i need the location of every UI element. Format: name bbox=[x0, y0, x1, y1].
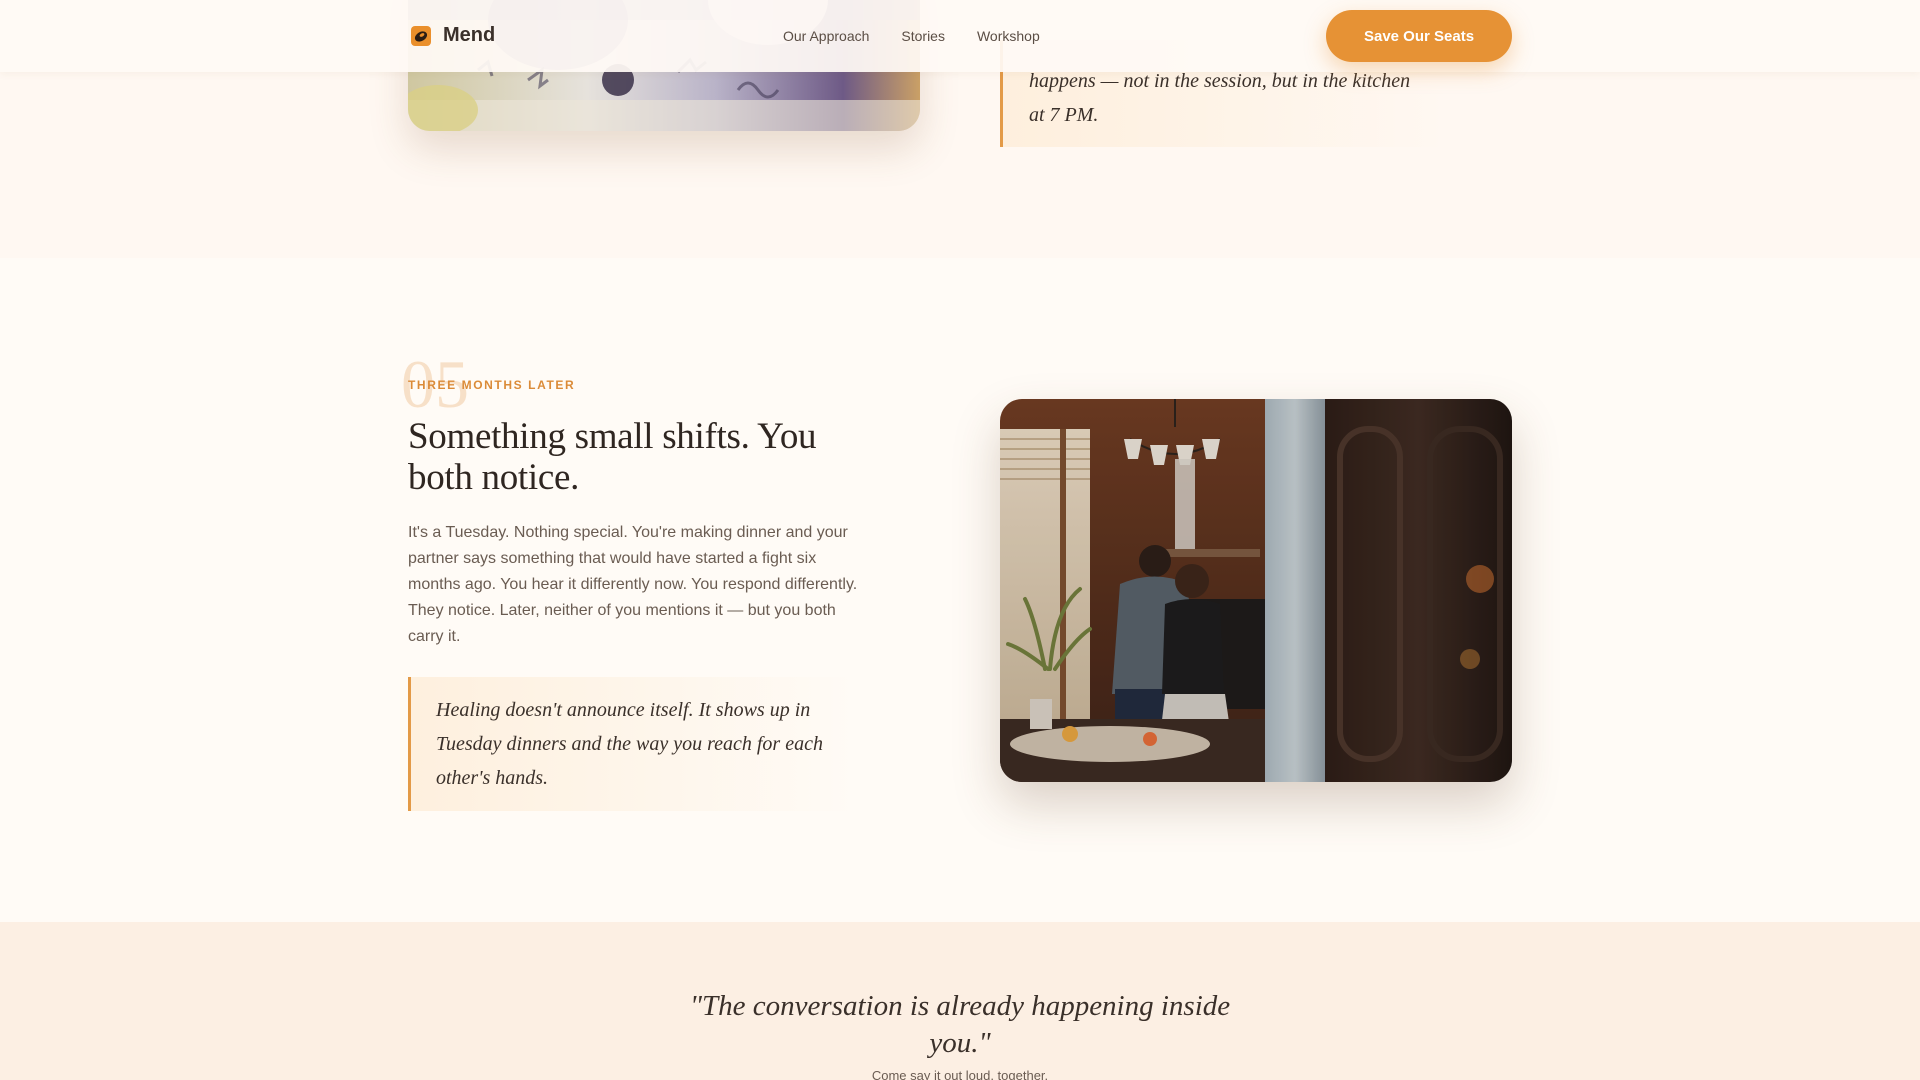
page: happens — not in the session, but in the… bbox=[0, 0, 1920, 1080]
step-section: 05 THREE MONTHS LATER Something small sh… bbox=[0, 258, 1920, 922]
closing-quote: "The conversation is already happening i… bbox=[689, 990, 1231, 1059]
nav-links: Our Approach Stories Workshop bbox=[783, 28, 1040, 44]
step-body: It's a Tuesday. Nothing special. You're … bbox=[408, 524, 858, 645]
nav-link-our-approach[interactable]: Our Approach bbox=[783, 28, 869, 44]
step-heading: Something small shifts. You both notice. bbox=[408, 416, 817, 498]
step-quote: Healing doesn't announce itself. It show… bbox=[408, 677, 858, 811]
navbar: Mend Our Approach Stories Workshop Save … bbox=[0, 0, 1920, 72]
save-our-seats-button[interactable]: Save Our Seats bbox=[1326, 10, 1512, 62]
closing-subtitle: Come say it out loud, together. bbox=[871, 1068, 1049, 1080]
kitchen-couple-photo bbox=[1000, 399, 1512, 782]
nav-link-stories[interactable]: Stories bbox=[901, 28, 945, 44]
mend-logo-icon bbox=[411, 25, 431, 46]
brand-logo[interactable]: Mend bbox=[411, 24, 495, 47]
closing-section: "The conversation is already happening i… bbox=[0, 922, 1920, 1080]
nav-link-workshop[interactable]: Workshop bbox=[977, 28, 1040, 44]
step-eyebrow: THREE MONTHS LATER bbox=[408, 378, 576, 392]
brand-name: Mend bbox=[443, 24, 496, 46]
